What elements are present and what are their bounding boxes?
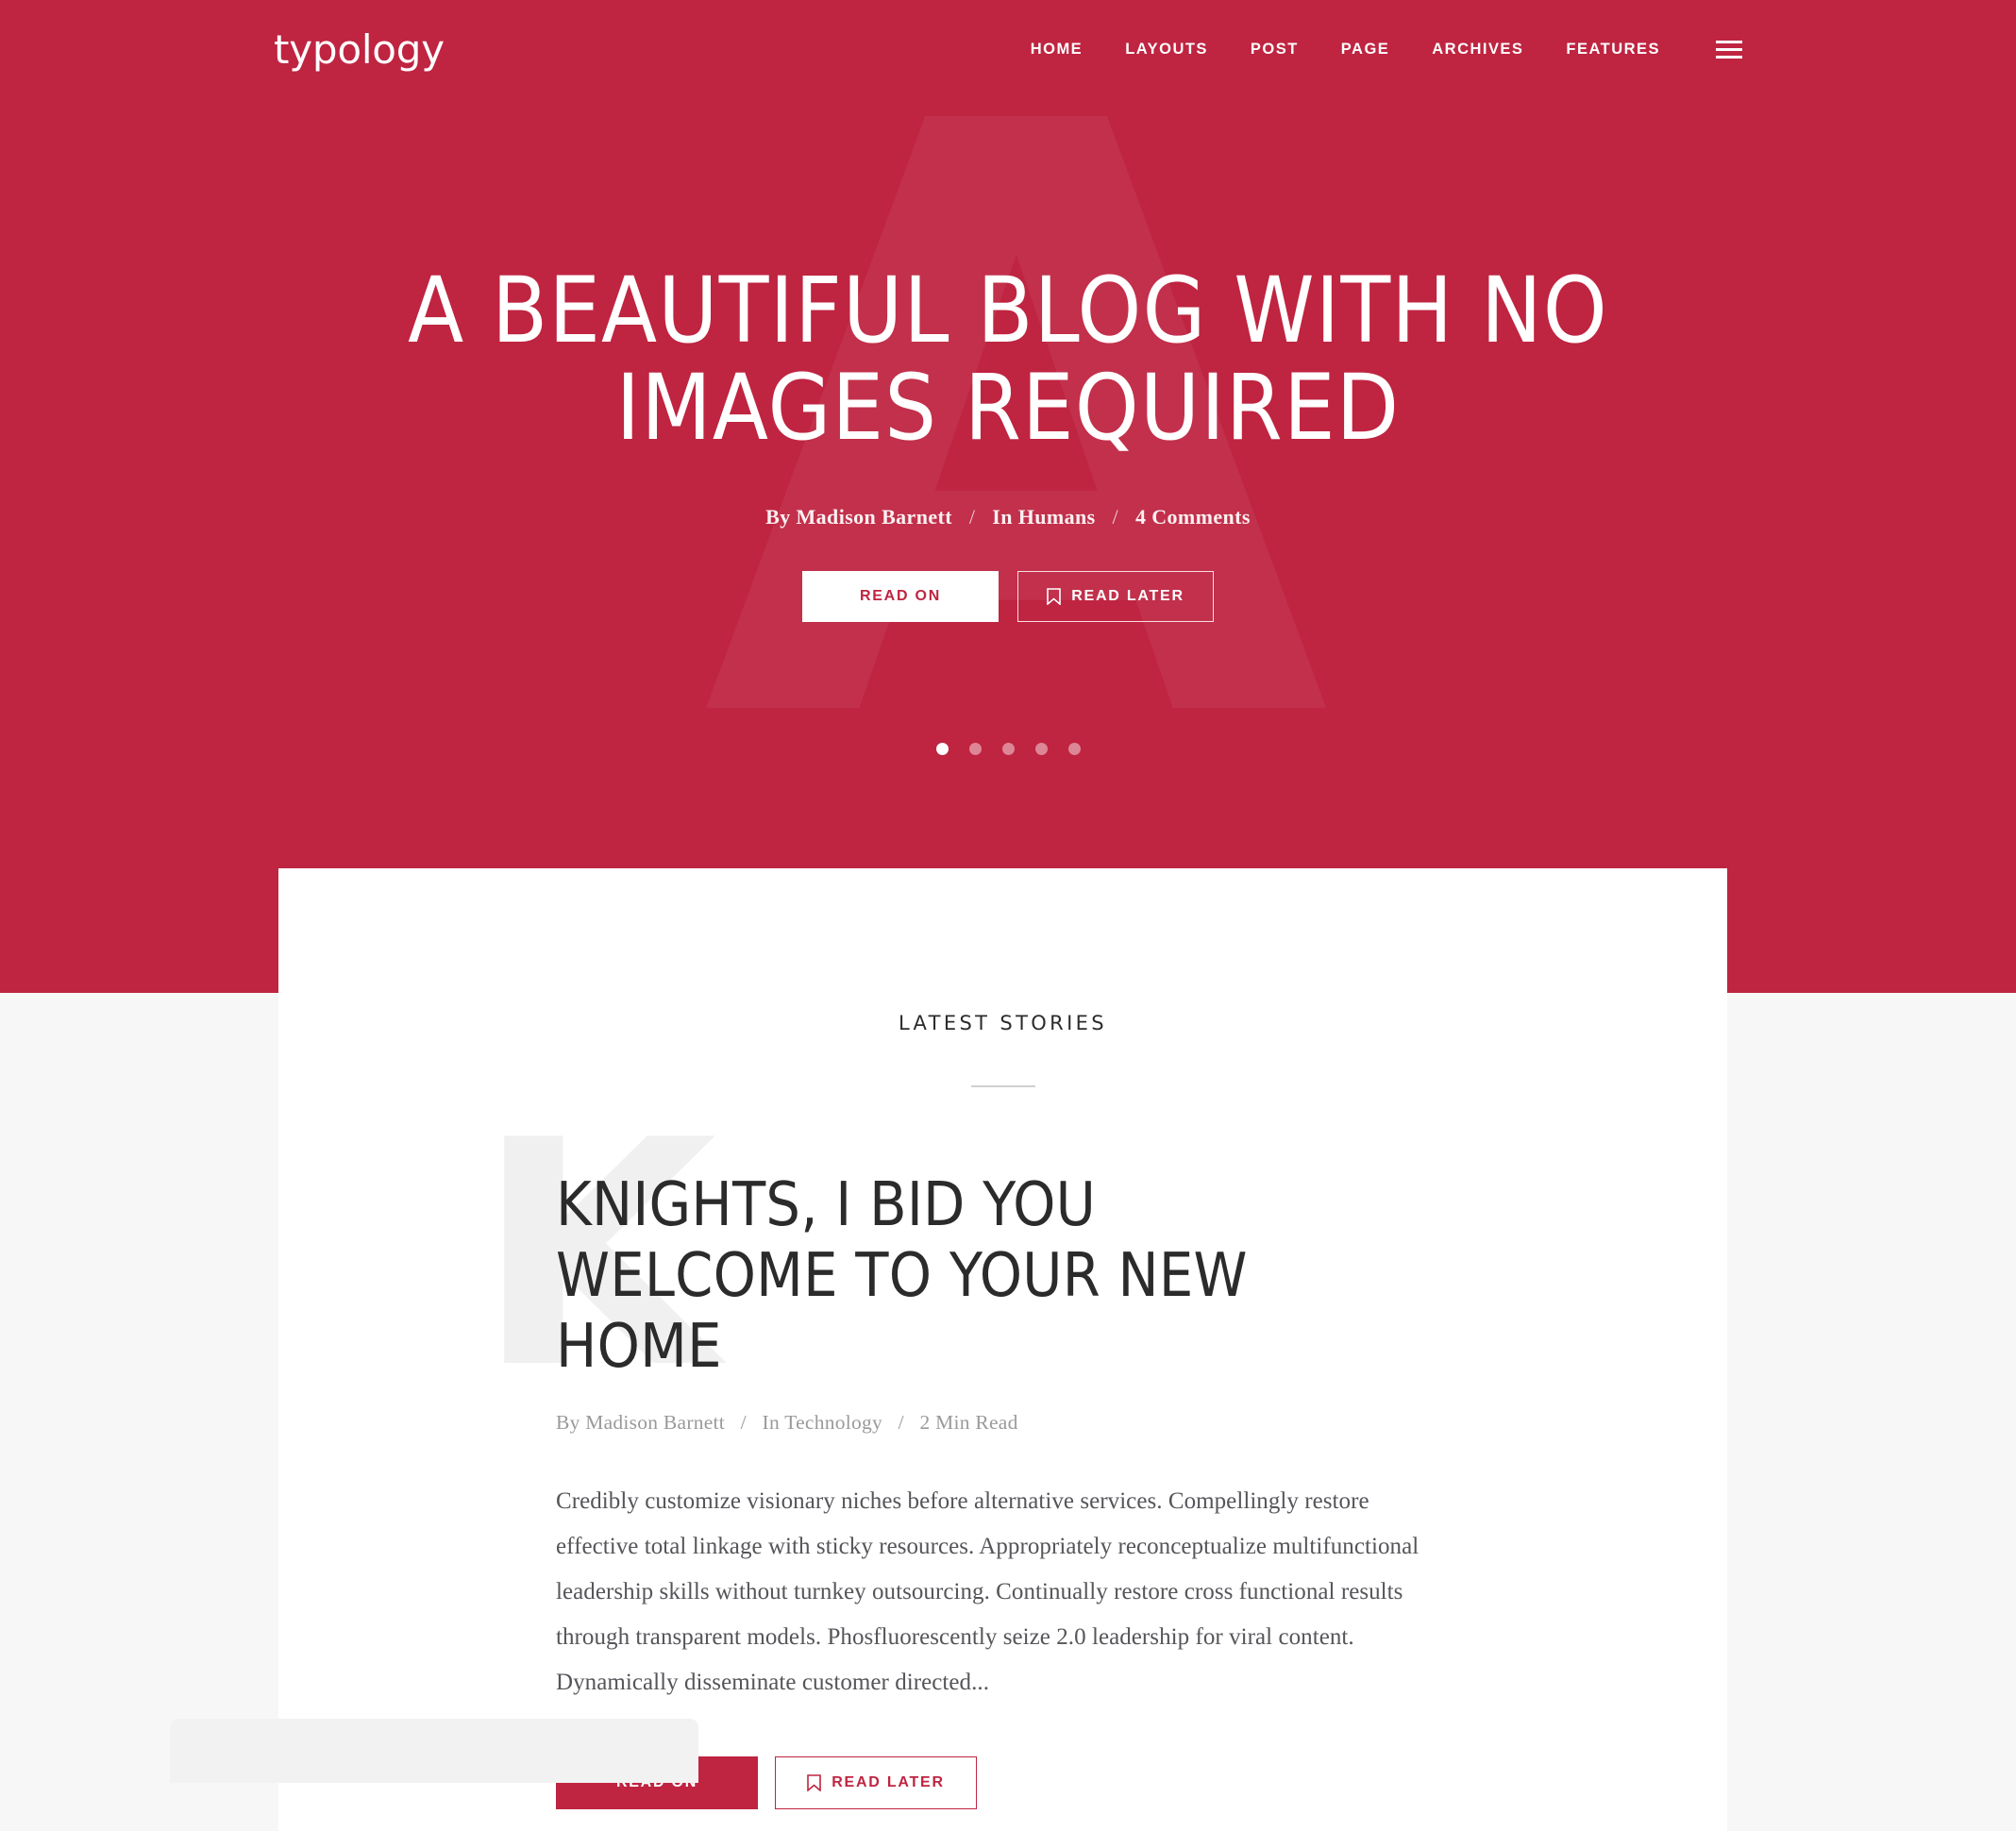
nav-links: HOME LAYOUTS POST PAGE ARCHIVES FEATURES bbox=[1031, 41, 1742, 59]
hero-meta-category[interactable]: In Humans bbox=[992, 505, 1095, 529]
article-meta: By Madison Barnett / In Technology / 2 M… bbox=[556, 1411, 1462, 1435]
carousel-dot-4[interactable] bbox=[1034, 743, 1048, 756]
nav-item-layouts[interactable]: LAYOUTS bbox=[1125, 41, 1208, 59]
hero-meta-separator-2: / bbox=[1112, 505, 1119, 529]
article-meta-author[interactable]: By Madison Barnett bbox=[556, 1411, 725, 1434]
site-logo[interactable]: typology bbox=[274, 26, 445, 73]
latest-stories-header: Latest Stories bbox=[278, 868, 1727, 1087]
article-card: K Knights, I Bid You Welcome To Your New… bbox=[476, 1100, 1462, 1809]
nav-item-post[interactable]: POST bbox=[1251, 41, 1299, 59]
hero-content: A Beautiful Blog With No Images Required… bbox=[0, 0, 2016, 993]
hero-buttons: Read On Read Later bbox=[802, 571, 1214, 623]
section-divider bbox=[970, 1085, 1035, 1087]
nav-item-features[interactable]: FEATURES bbox=[1566, 41, 1660, 59]
hamburger-icon[interactable] bbox=[1716, 41, 1742, 59]
carousel-dot-2[interactable] bbox=[968, 743, 982, 756]
article-meta-read-time: 2 Min Read bbox=[919, 1410, 1018, 1434]
bookmark-icon bbox=[1047, 588, 1062, 606]
article-title[interactable]: Knights, I Bid You Welcome To Your New H… bbox=[556, 1170, 1386, 1383]
hero-meta-comments[interactable]: 4 Comments bbox=[1135, 505, 1251, 529]
hero-read-on-button[interactable]: Read On bbox=[802, 571, 999, 623]
site-navbar: typology HOME LAYOUTS POST PAGE ARCHIVES… bbox=[0, 0, 2016, 99]
article-meta-separator-2: / bbox=[898, 1410, 904, 1434]
carousel-dot-5[interactable] bbox=[1067, 743, 1081, 756]
article-meta-separator-1: / bbox=[740, 1410, 747, 1434]
carousel-dot-3[interactable] bbox=[1001, 743, 1015, 756]
article-meta-category[interactable]: In Technology bbox=[763, 1411, 882, 1434]
nav-item-home[interactable]: HOME bbox=[1031, 41, 1083, 59]
hero-meta: By Madison Barnett / In Humans / 4 Comme… bbox=[765, 505, 1251, 529]
content-card: Latest Stories K Knights, I Bid You Welc… bbox=[278, 868, 1727, 1831]
section-title: Latest Stories bbox=[899, 1012, 1107, 1034]
hero-meta-separator-1: / bbox=[968, 505, 976, 529]
nav-item-page[interactable]: PAGE bbox=[1341, 41, 1389, 59]
hero-read-later-button[interactable]: Read Later bbox=[1017, 571, 1214, 623]
article-excerpt: Credibly customize visionary niches befo… bbox=[556, 1487, 1420, 1695]
carousel-dots bbox=[935, 743, 1081, 756]
bottom-overlay-panel bbox=[170, 1719, 698, 1783]
carousel-dot-1[interactable] bbox=[935, 743, 949, 756]
hero-read-later-label: Read Later bbox=[1071, 588, 1184, 605]
hero-title[interactable]: A Beautiful Blog With No Images Required bbox=[338, 262, 1678, 457]
nav-item-archives[interactable]: ARCHIVES bbox=[1432, 41, 1523, 59]
hero-meta-author[interactable]: By Madison Barnett bbox=[765, 505, 952, 529]
